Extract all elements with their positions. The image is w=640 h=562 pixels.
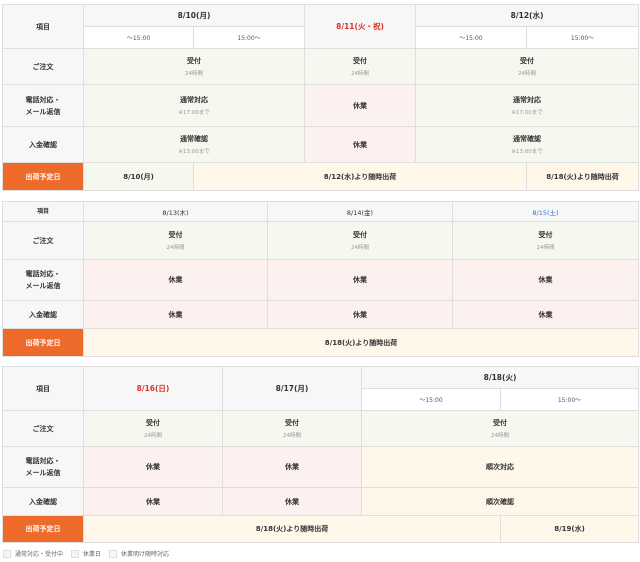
cell-shipping-from-8-12: 8/12(水)より随時出荷: [192, 162, 528, 191]
cell-payment-8-16: 休業: [83, 487, 223, 516]
cell-order-8-18: 受付 24時間: [360, 410, 640, 447]
time-slot-after-15: 15:00～: [499, 388, 640, 411]
row-label-phone: 電話対応・ メール返信: [2, 446, 84, 488]
time-slot-after-15: 15:00～: [192, 26, 306, 49]
date-header-8-17: 8/17(月): [222, 366, 362, 411]
cell-payment-8-15: 休業: [452, 300, 639, 329]
holiday-schedule: 項目 8/10(月) 8/11(火・祝) 8/12(水) ～15:00 15:0…: [0, 0, 640, 562]
legend-swatch-normal: [3, 549, 11, 558]
cell-shipping-from-8-18: 8/18(火)より随時出荷: [83, 515, 501, 543]
legend-item-normal: 通常対応・受付中: [3, 549, 63, 558]
cell-payment-8-10: 通常確認 ※13:00まで: [82, 126, 306, 163]
legend-item-after-holiday: 休業明け随時対応: [109, 549, 169, 558]
cell-phone-8-16: 休業: [83, 446, 223, 488]
cell-phone-8-11: 休業: [304, 84, 417, 127]
row-label-phone: 電話対応・ メール返信: [2, 259, 84, 301]
legend-item-holiday: 休業日: [71, 549, 101, 558]
cell-phone-8-14: 休業: [267, 259, 453, 301]
date-header-8-15: 8/15(土): [452, 201, 639, 222]
date-header-8-16: 8/16(日): [83, 366, 223, 411]
row-label-shipping: 出荷予定日: [2, 328, 84, 357]
time-slot-before-15: ～15:00: [83, 26, 194, 49]
legend: 通常対応・受付中 休業日 休業明け随時対応: [3, 549, 177, 558]
row-label-payment: 入金確認: [2, 487, 84, 516]
time-slot-after-15: 15:00～: [526, 26, 640, 49]
cell-shipping-8-10: 8/10(月): [83, 162, 194, 191]
cell-phone-8-18: 順次対応: [360, 446, 640, 488]
date-header-8-18: 8/18(火): [360, 366, 640, 389]
row-label-shipping: 出荷予定日: [2, 515, 84, 543]
time-slot-before-15: ～15:00: [415, 26, 528, 49]
cell-order-8-16: 受付 24時間: [83, 410, 223, 447]
cell-order-8-14: 受付 24時間: [267, 221, 453, 260]
row-label-order: ご注文: [2, 221, 84, 260]
item-header: 項目: [2, 366, 84, 411]
date-header-8-12: 8/12(水): [415, 4, 640, 27]
legend-swatch-holiday: [71, 549, 80, 558]
date-header-8-14: 8/14(金): [267, 201, 453, 222]
cell-phone-8-12: 通常対応 ※17:00まで: [415, 84, 640, 127]
cell-payment-8-18: 順次確認: [360, 487, 640, 516]
schedule-table-week2: 項目 8/13(木) 8/14(金) 8/15(土) ご注文 受付 24時間 受付…: [2, 201, 639, 357]
item-header: 項目: [2, 4, 84, 49]
time-slot-before-15: ～15:00: [361, 388, 501, 411]
cell-phone-8-10: 通常対応 ※17:00まで: [82, 84, 306, 127]
cell-payment-8-11: 休業: [304, 126, 417, 163]
cell-shipping-from-8-18: 8/18(火)より随時出荷: [526, 162, 640, 191]
schedule-table-week3: 項目 8/16(日) 8/17(月) 8/18(火) ～15:00 15:00～…: [2, 366, 640, 543]
item-header: 項目: [2, 201, 84, 222]
cell-phone-8-15: 休業: [452, 259, 639, 301]
cell-payment-8-12: 通常確認 ※13:00まで: [415, 126, 640, 163]
date-header-8-11: 8/11(火・祝): [304, 4, 417, 49]
cell-order-8-11: 受付 24時間: [304, 48, 417, 85]
row-label-order: ご注文: [2, 410, 84, 447]
row-label-shipping: 出荷予定日: [2, 162, 84, 191]
date-header-8-10: 8/10(月): [82, 4, 306, 27]
row-label-payment: 入金確認: [2, 126, 84, 163]
row-label-phone: 電話対応・ メール返信: [2, 84, 84, 127]
cell-order-8-12: 受付 24時間: [415, 48, 640, 85]
cell-shipping-from-8-18: 8/18(火)より随時出荷: [83, 328, 639, 357]
schedule-table-week1: 項目 8/10(月) 8/11(火・祝) 8/12(水) ～15:00 15:0…: [2, 4, 640, 191]
cell-payment-8-17: 休業: [222, 487, 362, 516]
cell-phone-8-17: 休業: [222, 446, 362, 488]
row-label-payment: 入金確認: [2, 300, 84, 329]
legend-swatch-after-holiday: [109, 549, 118, 558]
cell-payment-8-13: 休業: [83, 300, 268, 329]
row-label-order: ご注文: [2, 48, 84, 85]
cell-order-8-15: 受付 24時間: [452, 221, 639, 260]
cell-phone-8-13: 休業: [83, 259, 268, 301]
cell-order-8-13: 受付 24時間: [83, 221, 268, 260]
cell-shipping-8-19: 8/19(水): [499, 515, 640, 543]
cell-order-8-10: 受付 24時間: [82, 48, 306, 85]
date-header-8-13: 8/13(木): [83, 201, 268, 222]
cell-order-8-17: 受付 24時間: [222, 410, 362, 447]
cell-payment-8-14: 休業: [267, 300, 453, 329]
